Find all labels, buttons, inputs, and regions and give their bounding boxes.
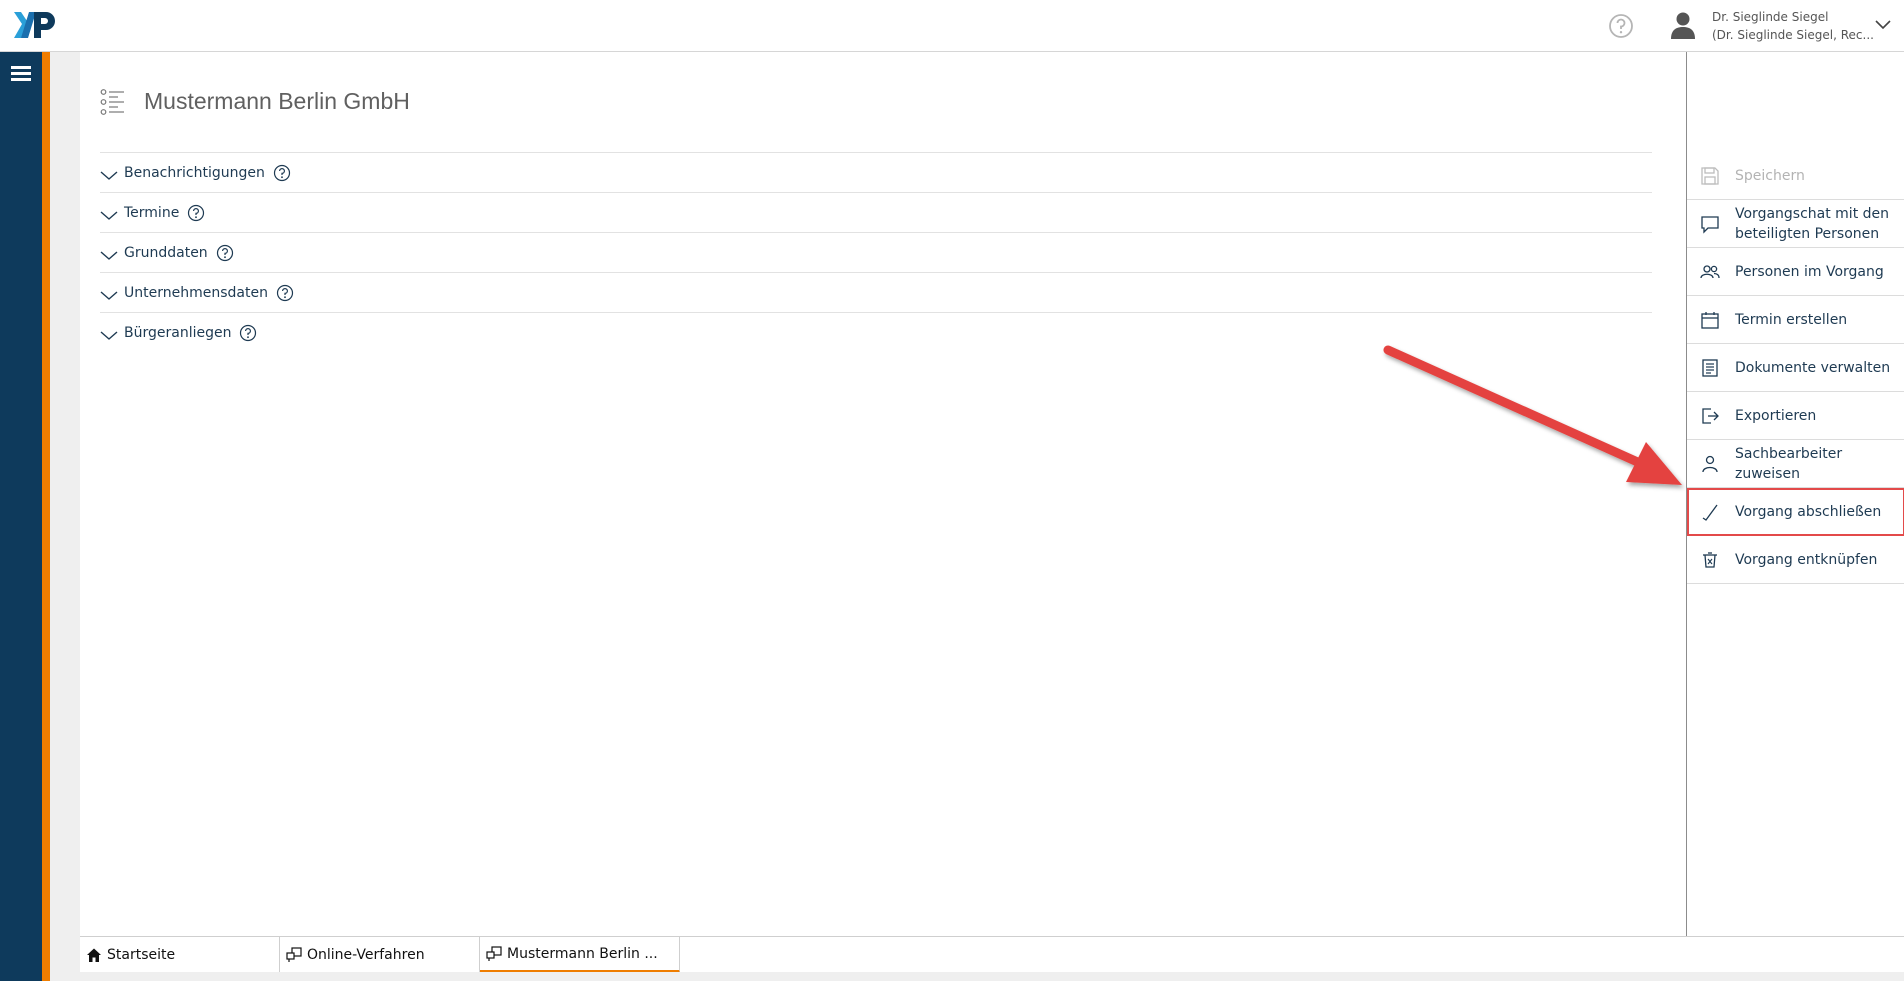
case-chat-button[interactable]: Vorgangschat mit den beteiligten Persone… <box>1687 200 1904 248</box>
action-label: Termin erstellen <box>1735 311 1848 328</box>
side-gutter <box>50 52 80 981</box>
save-icon <box>1701 166 1719 185</box>
close-case-button[interactable]: Vorgang abschließen <box>1687 488 1904 536</box>
manage-documents-button[interactable]: Dokumente verwalten <box>1687 344 1904 392</box>
case-icon <box>486 945 502 961</box>
user-icon <box>1702 455 1718 472</box>
help-icon[interactable] <box>273 164 291 182</box>
help-icon[interactable] <box>239 324 257 342</box>
help-icon[interactable] <box>216 244 234 262</box>
section-benachrichtigungen[interactable]: Benachrichtigungen <box>100 153 1652 193</box>
home-icon <box>87 948 101 962</box>
action-label: Sachbearbeiter zuweisen <box>1735 445 1843 482</box>
tab-mustermann-berlin[interactable]: Mustermann Berlin ... <box>480 937 680 973</box>
section-termine[interactable]: Termine <box>100 193 1652 233</box>
accent-rail <box>42 52 50 981</box>
tab-bar: Startseite Online-Verfahren Mustermann B… <box>80 936 1904 973</box>
help-icon[interactable] <box>1608 13 1634 39</box>
assign-clerk-button[interactable]: Sachbearbeiter zuweisen <box>1687 440 1904 488</box>
action-label: Dokumente verwalten <box>1735 359 1891 376</box>
people-icon <box>1700 264 1720 278</box>
xp-logo-icon[interactable] <box>12 8 62 42</box>
section-label[interactable]: Unternehmensdaten <box>124 285 268 301</box>
section-list: Benachrichtigungen Termine Grunddaten Un… <box>100 152 1652 353</box>
chevron-down-icon[interactable] <box>100 286 118 304</box>
action-label: Exportieren <box>1735 407 1817 424</box>
save-button[interactable]: Speichern <box>1687 152 1904 200</box>
user-role[interactable]: (Dr. Sieglinde Siegel, Rec... <box>1712 26 1874 44</box>
checkmark-icon <box>1702 504 1718 521</box>
hamburger-menu-icon[interactable] <box>8 60 34 86</box>
section-buergeranliegen[interactable]: Bürgeranliegen <box>100 313 1652 353</box>
action-label: Vorgang abschließen <box>1735 503 1882 520</box>
nav-rail <box>0 52 42 981</box>
calendar-icon <box>1701 311 1719 329</box>
unlink-icon <box>1703 551 1717 568</box>
case-icon <box>286 947 302 962</box>
help-icon[interactable] <box>276 284 294 302</box>
unlink-case-button[interactable]: Vorgang entknüpfen <box>1687 536 1904 584</box>
tab-label: Startseite <box>107 947 176 963</box>
chevron-down-icon[interactable] <box>100 326 118 344</box>
section-label[interactable]: Bürgeranliegen <box>124 325 231 341</box>
tab-label: Online-Verfahren <box>307 947 425 963</box>
section-label[interactable]: Grunddaten <box>124 245 208 261</box>
persons-button[interactable]: Personen im Vorgang <box>1687 248 1904 296</box>
user-avatar-icon[interactable] <box>1670 10 1696 40</box>
chat-icon <box>1701 215 1719 234</box>
tab-label: Mustermann Berlin ... <box>507 945 658 962</box>
document-icon <box>1702 358 1718 377</box>
chevron-down-icon[interactable] <box>100 166 118 184</box>
export-button[interactable]: Exportieren <box>1687 392 1904 440</box>
export-icon <box>1702 407 1719 424</box>
app-header: Dr. Sieglinde Siegel (Dr. Sieglinde Sieg… <box>0 0 1904 52</box>
action-panel: Speichern Vorgangschat mit den beteiligt… <box>1686 52 1904 936</box>
help-icon[interactable] <box>187 204 205 222</box>
chevron-down-icon[interactable] <box>1874 16 1892 34</box>
section-grunddaten[interactable]: Grunddaten <box>100 233 1652 273</box>
chevron-down-icon[interactable] <box>100 206 118 224</box>
main-content: Mustermann Berlin GmbH Benachrichtigunge… <box>80 52 1686 936</box>
bottom-strip <box>80 972 1904 981</box>
action-label: Vorgangschat mit den beteiligten Persone… <box>1735 205 1890 242</box>
action-label: Personen im Vorgang <box>1735 263 1884 280</box>
chevron-down-icon[interactable] <box>100 246 118 264</box>
tab-startseite[interactable]: Startseite <box>80 937 280 973</box>
list-icon <box>100 89 124 115</box>
tab-online-verfahren[interactable]: Online-Verfahren <box>280 937 480 973</box>
action-label: Speichern <box>1735 167 1805 184</box>
action-list: Speichern Vorgangschat mit den beteiligt… <box>1687 152 1904 584</box>
section-unternehmensdaten[interactable]: Unternehmensdaten <box>100 273 1652 313</box>
create-appointment-button[interactable]: Termin erstellen <box>1687 296 1904 344</box>
section-label[interactable]: Benachrichtigungen <box>124 165 265 181</box>
section-label[interactable]: Termine <box>124 205 179 221</box>
user-name[interactable]: Dr. Sieglinde Siegel <box>1712 8 1828 26</box>
page-title: Mustermann Berlin GmbH <box>144 88 410 114</box>
action-label: Vorgang entknüpfen <box>1735 551 1878 568</box>
